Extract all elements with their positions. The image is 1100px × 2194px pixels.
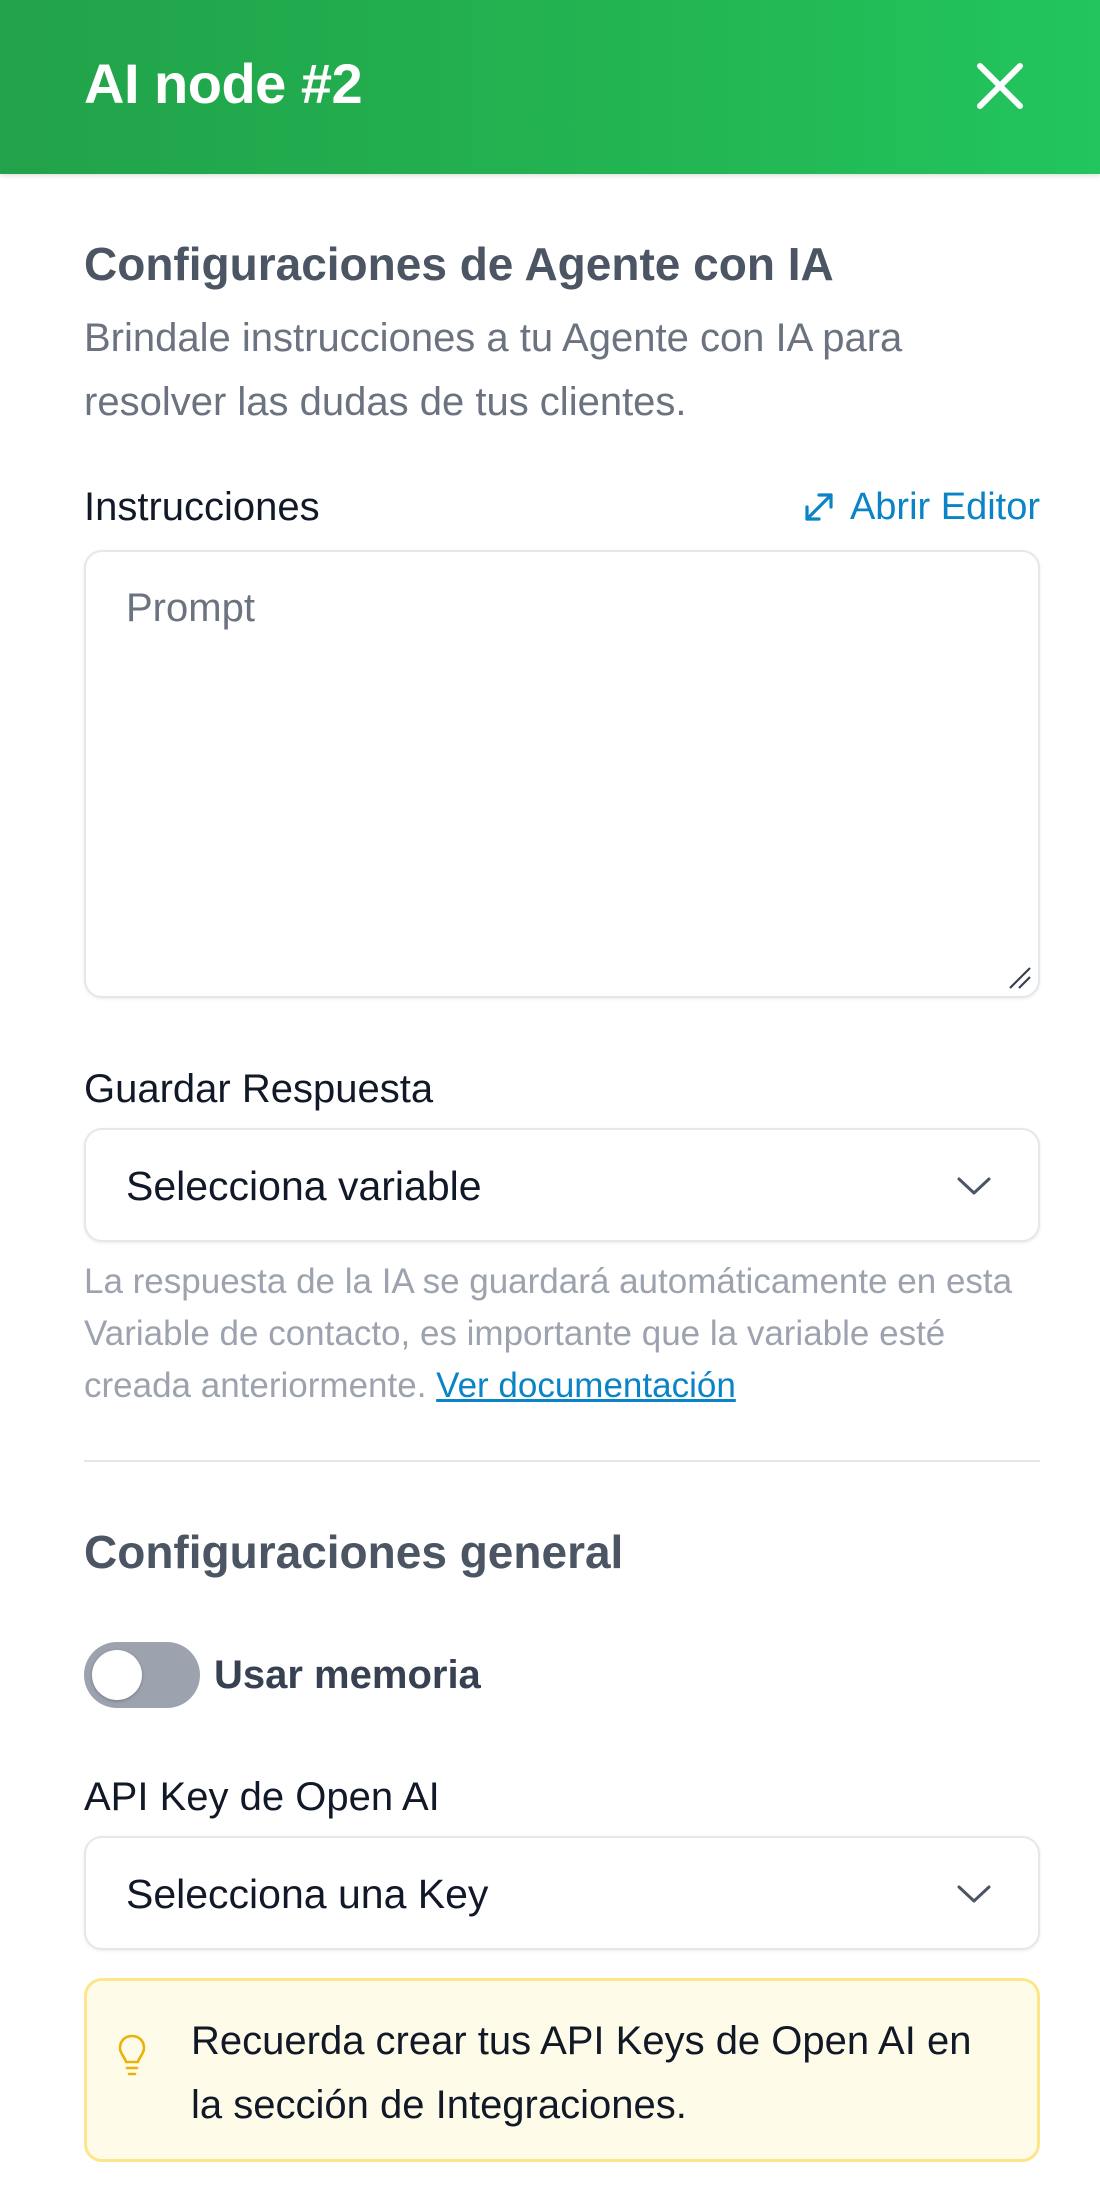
panel-title: AI node #2 <box>84 52 363 115</box>
memory-toggle[interactable] <box>84 1642 200 1708</box>
api-key-select-value: Selecciona una Key <box>126 1871 489 1917</box>
documentation-link[interactable]: Ver documentación <box>436 1366 736 1405</box>
save-response-label: Guardar Respuesta <box>84 1067 434 1111</box>
close-button[interactable] <box>970 56 1030 116</box>
section-divider <box>84 1460 1040 1462</box>
instructions-label: Instrucciones <box>84 485 320 529</box>
open-editor-label: Abrir Editor <box>849 486 1040 528</box>
api-key-label: API Key de Open AI <box>84 1775 440 1819</box>
general-config-title: Configuraciones general <box>84 1526 624 1578</box>
variable-select[interactable]: Selecciona variable <box>84 1128 1040 1242</box>
open-editor-link[interactable]: Abrir Editor <box>802 482 1040 532</box>
memory-toggle-label: Usar memoria <box>214 1653 481 1697</box>
api-key-select[interactable]: Selecciona una Key <box>84 1836 1040 1950</box>
expand-icon <box>805 493 833 521</box>
chevron-down-icon <box>957 1177 991 1195</box>
agent-config-description: Brindale instrucciones a tu Agente con I… <box>84 316 903 424</box>
save-response-help: La respuesta de la IA se guardará automá… <box>84 1256 1040 1412</box>
variable-select-value: Selecciona variable <box>126 1163 482 1209</box>
close-icon <box>977 63 1023 109</box>
lightbulb-icon <box>118 2034 146 2076</box>
chevron-down-icon <box>957 1885 991 1903</box>
agent-config-title: Configuraciones de Agente con IA <box>84 238 834 290</box>
prompt-textarea[interactable] <box>84 550 1040 998</box>
resize-handle-icon[interactable] <box>1006 964 1032 990</box>
api-key-info-alert: Recuerda crear tus API Keys de Open AI e… <box>84 1978 1040 2162</box>
toggle-knob <box>92 1650 142 1700</box>
api-key-info-text: Recuerda crear tus API Keys de Open AI e… <box>191 2019 972 2127</box>
panel-header: AI node #2 <box>0 0 1100 174</box>
